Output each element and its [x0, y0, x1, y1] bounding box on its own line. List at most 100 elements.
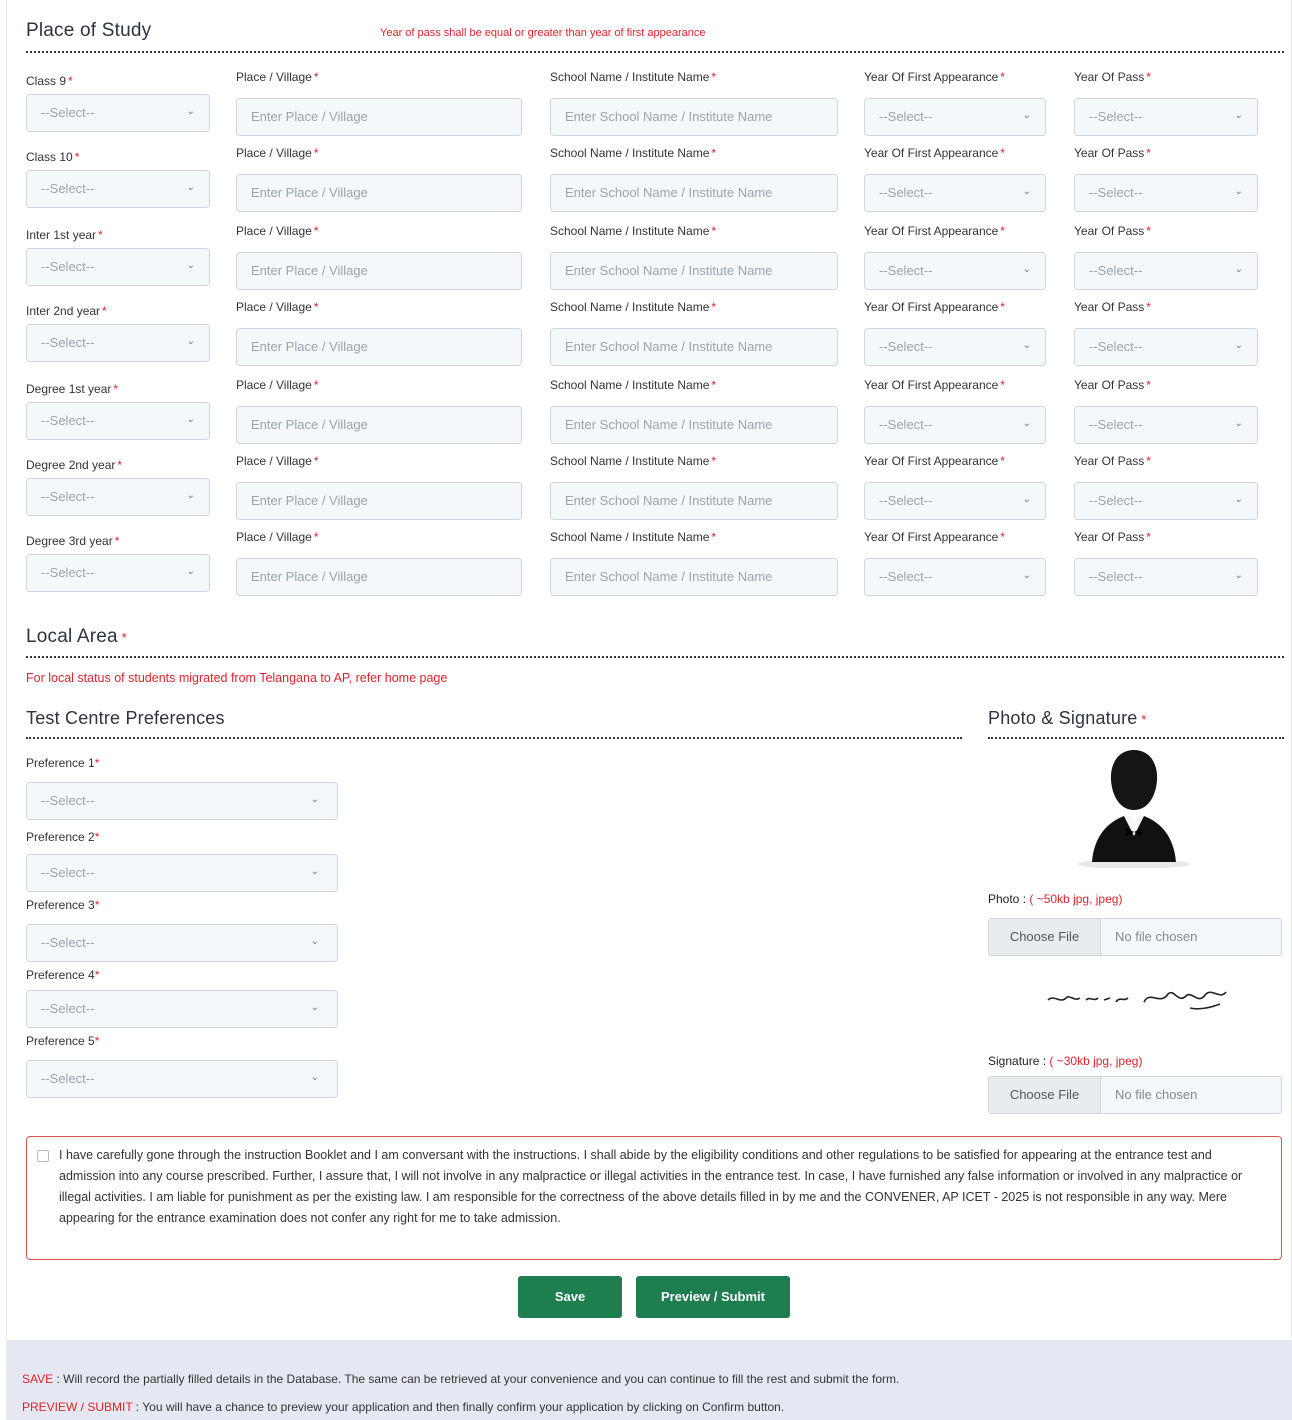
chevron-down-icon: ⌄ — [186, 106, 195, 117]
selected-value: --Select-- — [41, 935, 95, 950]
chevron-down-icon: ⌄ — [186, 490, 195, 501]
preference-select-5[interactable]: --Select-- ⌄ — [26, 1060, 338, 1098]
first-appearance-select[interactable]: --Select-- ⌄ — [864, 558, 1046, 596]
field-label: Degree 1st year * — [26, 382, 119, 396]
first-appearance-select[interactable]: --Select-- ⌄ — [864, 406, 1046, 444]
place-input[interactable]: Enter Place / Village — [236, 558, 522, 596]
preference-select-3[interactable]: --Select-- ⌄ — [26, 924, 338, 962]
year-of-pass-select[interactable]: --Select-- ⌄ — [1074, 174, 1258, 212]
selected-value: --Select-- — [1089, 109, 1143, 124]
place-input[interactable]: Enter Place / Village — [236, 406, 522, 444]
field-label: Year Of First Appearance * — [864, 378, 1005, 392]
footer-preview-info: PREVIEW / SUBMIT : You will have a chanc… — [22, 1400, 785, 1414]
placeholder-text: Enter Place / Village — [251, 339, 368, 354]
year-of-pass-select[interactable]: --Select-- ⌄ — [1074, 482, 1258, 520]
year-of-pass-select[interactable]: --Select-- ⌄ — [1074, 558, 1258, 596]
class-select[interactable]: --Select-- ⌄ — [26, 170, 210, 208]
declaration-checkbox[interactable] — [37, 1150, 49, 1162]
field-group: Degree 1st year * --Select-- ⌄ — [26, 376, 210, 440]
photo-file-input[interactable]: Choose File No file chosen — [988, 918, 1282, 956]
first-appearance-select[interactable]: --Select-- ⌄ — [864, 482, 1046, 520]
local-area-note: For local status of students migrated fr… — [26, 671, 448, 685]
class-select[interactable]: --Select-- ⌄ — [26, 248, 210, 286]
choose-photo-button[interactable]: Choose File — [989, 919, 1101, 955]
school-input[interactable]: Enter School Name / Institute Name — [550, 174, 838, 212]
first-appearance-select[interactable]: --Select-- ⌄ — [864, 174, 1046, 212]
field-group: Year Of First Appearance * --Select-- ⌄ — [864, 144, 1046, 212]
class-select[interactable]: --Select-- ⌄ — [26, 324, 210, 362]
chevron-down-icon: ⌄ — [186, 336, 195, 347]
chevron-down-icon: ⌄ — [1022, 418, 1031, 429]
field-group: Year Of Pass * --Select-- ⌄ — [1074, 376, 1258, 444]
field-label: School Name / Institute Name * — [550, 146, 717, 160]
year-of-pass-select[interactable]: --Select-- ⌄ — [1074, 328, 1258, 366]
field-label: Year Of Pass * — [1074, 530, 1151, 544]
field-label: Place / Village * — [236, 300, 319, 314]
place-input[interactable]: Enter Place / Village — [236, 252, 522, 290]
school-input[interactable]: Enter School Name / Institute Name — [550, 406, 838, 444]
field-label: School Name / Institute Name * — [550, 224, 717, 238]
first-appearance-select[interactable]: --Select-- ⌄ — [864, 98, 1046, 136]
field-label: Year Of First Appearance * — [864, 300, 1005, 314]
field-group: Year Of First Appearance * --Select-- ⌄ — [864, 222, 1046, 290]
save-button[interactable]: Save — [518, 1276, 622, 1318]
selected-value: --Select-- — [879, 417, 933, 432]
selected-value: --Select-- — [1089, 263, 1143, 278]
selected-value: --Select-- — [879, 263, 933, 278]
first-appearance-select[interactable]: --Select-- ⌄ — [864, 328, 1046, 366]
field-group: Year Of First Appearance * --Select-- ⌄ — [864, 298, 1046, 366]
chevron-down-icon: ⌄ — [1022, 264, 1031, 275]
first-appearance-select[interactable]: --Select-- ⌄ — [864, 252, 1046, 290]
field-group: Year Of Pass * --Select-- ⌄ — [1074, 528, 1258, 596]
school-input[interactable]: Enter School Name / Institute Name — [550, 558, 838, 596]
avatar — [1074, 744, 1194, 869]
selected-value: --Select-- — [879, 185, 933, 200]
field-group: Class 10 * --Select-- ⌄ — [26, 144, 210, 208]
field-label: Place / Village * — [236, 530, 319, 544]
placeholder-text: Enter Place / Village — [251, 417, 368, 432]
placeholder-text: Enter School Name / Institute Name — [565, 339, 773, 354]
selected-value: --Select-- — [41, 259, 95, 274]
field-group: Class 9 * --Select-- ⌄ — [26, 68, 210, 132]
school-input[interactable]: Enter School Name / Institute Name — [550, 328, 838, 366]
year-of-pass-select[interactable]: --Select-- ⌄ — [1074, 98, 1258, 136]
selected-value: --Select-- — [41, 105, 95, 120]
photo-signature-title: Photo & Signature * — [988, 708, 1147, 728]
field-label: Year Of Pass * — [1074, 454, 1151, 468]
field-group: Place / Village * Enter Place / Village — [236, 376, 522, 444]
class-select[interactable]: --Select-- ⌄ — [26, 478, 210, 516]
placeholder-text: Enter Place / Village — [251, 493, 368, 508]
preview-submit-button[interactable]: Preview / Submit — [636, 1276, 790, 1318]
school-input[interactable]: Enter School Name / Institute Name — [550, 252, 838, 290]
place-input[interactable]: Enter Place / Village — [236, 482, 522, 520]
placeholder-text: Enter School Name / Institute Name — [565, 109, 773, 124]
placeholder-text: Enter Place / Village — [251, 263, 368, 278]
preference-label: Preference 4* — [26, 968, 100, 982]
declaration-box: I have carefully gone through the instru… — [26, 1136, 1282, 1260]
choose-signature-button[interactable]: Choose File — [989, 1077, 1101, 1113]
preference-select-4[interactable]: --Select-- ⌄ — [26, 990, 338, 1028]
class-select[interactable]: --Select-- ⌄ — [26, 402, 210, 440]
local-area-title: Local Area * — [26, 626, 127, 647]
year-of-pass-select[interactable]: --Select-- ⌄ — [1074, 252, 1258, 290]
placeholder-text: Enter School Name / Institute Name — [565, 493, 773, 508]
signature-file-input[interactable]: Choose File No file chosen — [988, 1076, 1282, 1114]
field-group: Place / Village * Enter Place / Village — [236, 298, 522, 366]
chevron-down-icon: ⌄ — [1022, 570, 1031, 581]
place-input[interactable]: Enter Place / Village — [236, 174, 522, 212]
study-row: Degree 3rd year * --Select-- ⌄ Place / Villa… — [20, 528, 1270, 604]
school-input[interactable]: Enter School Name / Institute Name — [550, 98, 838, 136]
study-row: Degree 2nd year * --Select-- ⌄ Place / Villa… — [20, 452, 1270, 528]
preference-select-1[interactable]: --Select-- ⌄ — [26, 782, 338, 820]
chevron-down-icon: ⌄ — [1234, 264, 1243, 275]
field-group: Place / Village * Enter Place / Village — [236, 528, 522, 596]
field-label: Year Of First Appearance * — [864, 146, 1005, 160]
selected-value: --Select-- — [1089, 339, 1143, 354]
class-select[interactable]: --Select-- ⌄ — [26, 554, 210, 592]
school-input[interactable]: Enter School Name / Institute Name — [550, 482, 838, 520]
place-input[interactable]: Enter Place / Village — [236, 328, 522, 366]
class-select[interactable]: --Select-- ⌄ — [26, 94, 210, 132]
place-input[interactable]: Enter Place / Village — [236, 98, 522, 136]
preference-select-2[interactable]: --Select-- ⌄ — [26, 854, 338, 892]
year-of-pass-select[interactable]: --Select-- ⌄ — [1074, 406, 1258, 444]
